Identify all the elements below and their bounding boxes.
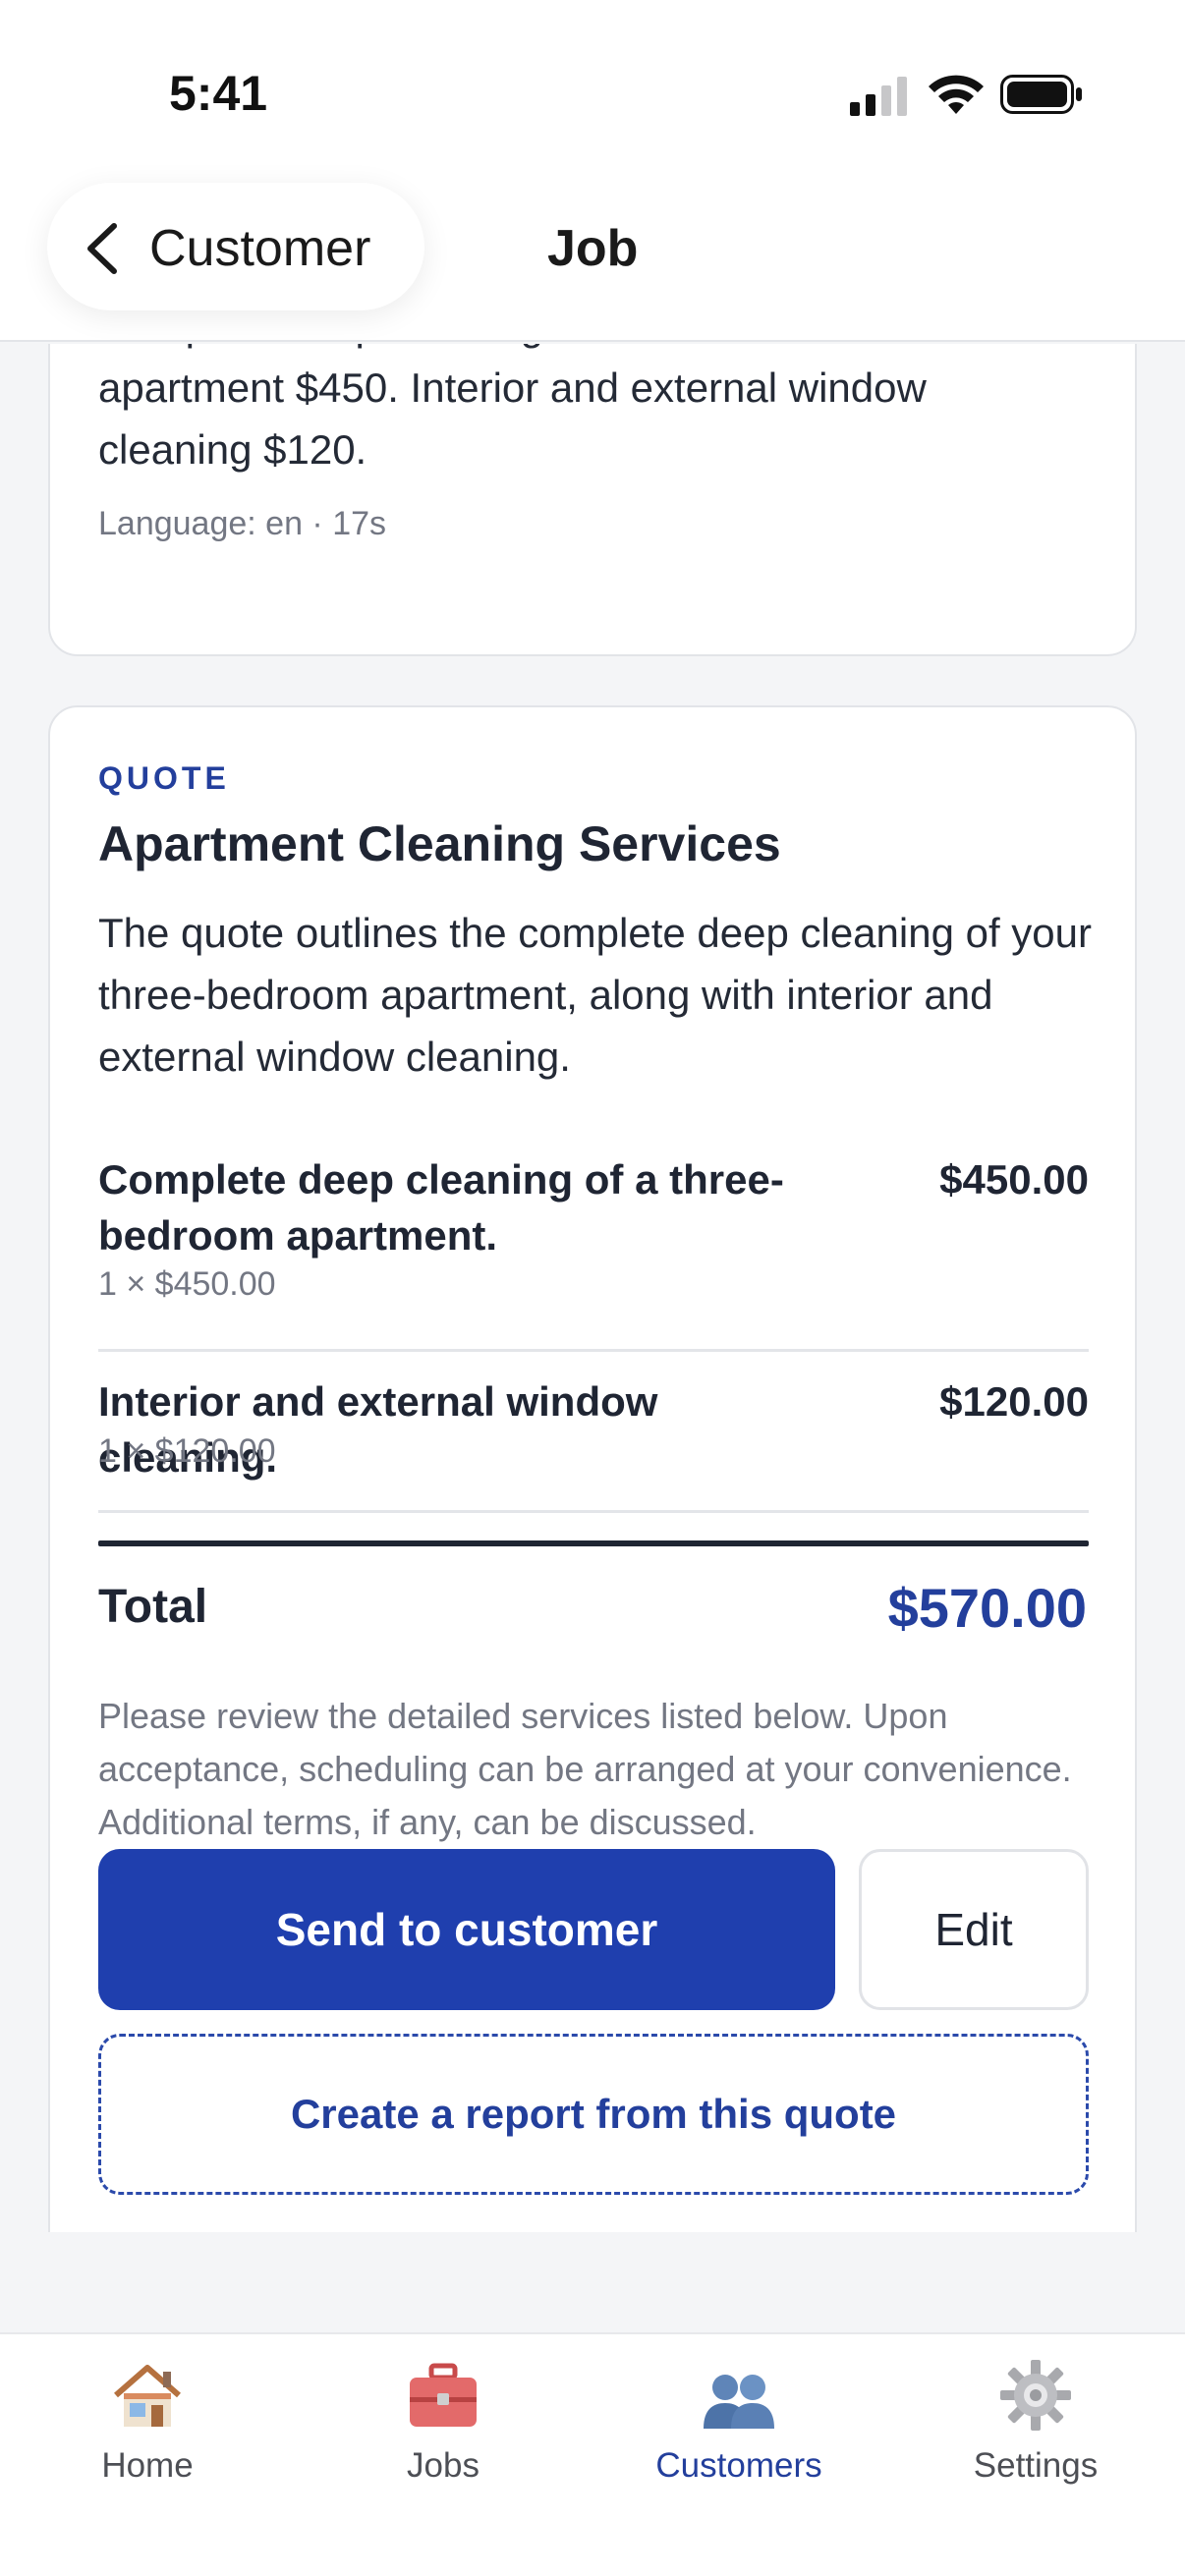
gear-icon (1000, 2360, 1071, 2431)
status-bar: 5:41 (0, 0, 1185, 177)
back-button[interactable]: Customer (47, 183, 424, 310)
battery-icon (1000, 75, 1082, 114)
tab-home[interactable]: Home (39, 2356, 255, 2503)
wifi-icon (929, 75, 984, 114)
tab-customers[interactable]: Customers (631, 2356, 847, 2503)
line-item: Interior and external window cleaning. 1… (98, 1352, 1089, 1513)
line-item-amount: $450.00 (939, 1156, 1089, 1203)
total-amount: $570.00 (887, 1577, 1087, 1639)
line-item-quantity: 1 × $450.00 (98, 1265, 276, 1303)
line-item-amount: $120.00 (939, 1378, 1089, 1425)
total-divider (98, 1540, 1089, 1546)
tab-label: Customers (655, 2446, 822, 2485)
line-item: Complete deep cleaning of a three-bedroo… (98, 1130, 1089, 1352)
tab-label: Home (101, 2446, 194, 2485)
quote-title: Apartment Cleaning Services (98, 816, 781, 871)
chevron-left-icon (87, 223, 117, 274)
quote-note: Please review the detailed services list… (98, 1696, 1072, 1842)
quote-eyebrow: QUOTE (98, 760, 230, 796)
line-item-quantity: 1 × $120.00 (98, 1432, 276, 1470)
toolbox-icon (410, 2363, 477, 2427)
quote-card: QUOTE Apartment Cleaning Services The qu… (48, 705, 1137, 2232)
cellular-signal-icon (850, 77, 907, 116)
tab-bar: Home Jobs Customers Settings (0, 2332, 1185, 2576)
create-report-button[interactable]: Create a report from this quote (98, 2034, 1089, 2195)
quote-description: The quote outlines the complete deep cle… (98, 910, 1093, 1080)
status-time: 5:41 (169, 66, 268, 121)
people-icon (704, 2375, 774, 2429)
transcript-meta: Language: en · 17s (98, 505, 387, 542)
tab-jobs[interactable]: Jobs (335, 2356, 551, 2503)
transcript-text: Complete deep cleaning of a three-bedroo… (98, 344, 927, 473)
line-item-description: Complete deep cleaning of a three-bedroo… (98, 1156, 784, 1259)
edit-button[interactable]: Edit (859, 1849, 1089, 2010)
back-label: Customer (149, 220, 371, 277)
tab-label: Jobs (407, 2446, 480, 2485)
total-label: Total (98, 1581, 208, 1633)
tab-settings[interactable]: Settings (928, 2356, 1144, 2503)
content-scroll[interactable]: Complete deep cleaning of a three-bedroo… (0, 344, 1185, 2232)
house-icon (114, 2365, 181, 2427)
page-title: Job (547, 220, 639, 277)
nav-header: Customer Job (0, 177, 1185, 342)
transcript-card: Complete deep cleaning of a three-bedroo… (48, 344, 1137, 656)
send-to-customer-button[interactable]: Send to customer (98, 1849, 835, 2010)
tab-label: Settings (973, 2446, 1099, 2485)
